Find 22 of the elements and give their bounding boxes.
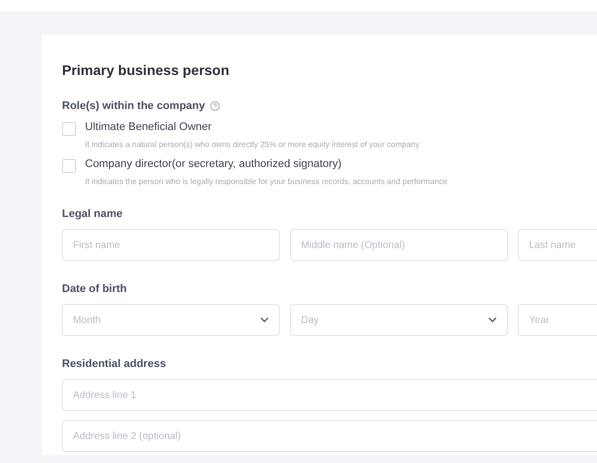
hint-text: It indicates a natural person(s) who owns directly 25% or more equity interest of your company	[85, 140, 420, 149]
input-field[interactable]: Middle name (Optional)	[290, 229, 508, 261]
dropdown-field[interactable]: Month	[62, 304, 280, 336]
checkbox[interactable]	[62, 122, 76, 136]
checkbox[interactable]	[62, 159, 76, 173]
input-field[interactable]: Last name	[518, 229, 597, 261]
input-field[interactable]: Year	[518, 304, 597, 336]
field-label: Legal name	[62, 208, 123, 220]
field-label: Date of birth	[62, 283, 127, 295]
checkbox-label: Ultimate Beneficial Owner	[85, 121, 213, 133]
hint-text: It indicates the person who is legally responsible for your business records, accounts and performance	[85, 177, 448, 186]
field-label: Role(s) within the company	[62, 100, 206, 112]
input-field[interactable]: Address line 2 (optional)	[62, 420, 597, 452]
chevron-down-icon	[260, 317, 269, 323]
chevron-down-icon	[488, 317, 497, 323]
checkbox-label: Company director(or secretary, authorized signatory)	[85, 158, 343, 170]
help-icon[interactable]	[210, 101, 220, 111]
section-title: Primary business person	[62, 62, 230, 78]
input-field[interactable]: First name	[62, 229, 280, 261]
input-field[interactable]: Address line 1	[62, 379, 597, 411]
dropdown-field[interactable]: Day	[290, 304, 508, 336]
field-label: Residential address	[62, 358, 166, 370]
